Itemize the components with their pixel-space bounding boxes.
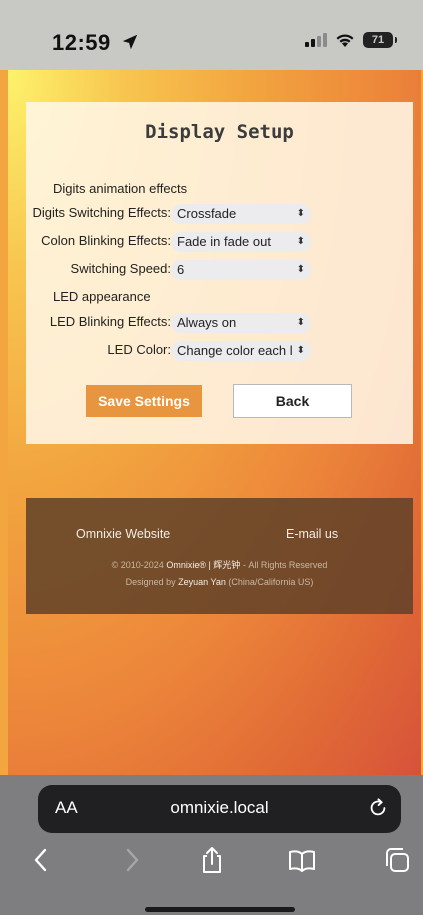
colon-blinking-value: Fade in fade out [177,234,271,249]
reload-icon[interactable] [367,797,389,819]
wifi-icon [336,33,354,47]
tabs-icon[interactable] [382,845,412,875]
page-title: Display Setup [145,121,294,143]
display-setup-card: Display Setup Digits animation effects D… [26,102,413,444]
led-blinking-value: Always on [177,315,237,330]
email-us-link[interactable]: E-mail us [286,527,338,541]
chevron-updown-icon: ⬍ [294,341,305,361]
forward-icon[interactable] [117,845,147,875]
status-time: 12:59 [52,30,139,56]
switching-speed-value: 6 [177,262,185,277]
battery-level: 71 [371,34,385,46]
status-bar: 12:59 71 [0,0,423,70]
browser-toolbar [0,845,423,885]
back-button[interactable]: Back [233,384,352,418]
brand-link[interactable]: Omnixie® | 辉光钟 [166,560,240,570]
copyright-line: © 2010-2024 Omnixie® | 辉光钟 - All Rights … [26,558,413,571]
bookmarks-icon[interactable] [287,845,317,875]
browser-chrome: AA omnixie.local [0,775,423,915]
omnixie-website-link[interactable]: Omnixie Website [76,527,170,541]
chevron-updown-icon: ⬍ [296,317,305,328]
digits-switching-value: Crossfade [177,206,237,221]
digits-switching-select[interactable]: Crossfade ⬍ [171,204,311,224]
address-bar[interactable]: AA omnixie.local [38,785,401,833]
battery-icon: 71 [363,32,397,48]
copyright-years: © 2010-2024 [111,560,164,570]
back-icon[interactable] [26,845,56,875]
chevron-updown-icon: ⬍ [296,264,305,275]
section-led-heading: LED appearance [53,289,151,304]
led-color-value: Change color each l [177,343,293,358]
section-digits-heading: Digits animation effects [53,181,188,196]
led-color-label: LED Color: [107,342,171,357]
led-blinking-select[interactable]: Always on ⬍ [171,313,311,333]
url-text[interactable]: omnixie.local [38,798,401,818]
switching-speed-select[interactable]: 6 ⬍ [171,260,311,280]
share-icon[interactable] [197,845,227,875]
colon-blinking-label: Colon Blinking Effects: [41,233,171,248]
colon-blinking-select[interactable]: Fade in fade out ⬍ [171,232,311,252]
digits-switching-label: Digits Switching Effects: [32,205,171,220]
switching-speed-label: Switching Speed: [70,261,171,276]
site-footer: Omnixie Website E-mail us © 2010-2024 Om… [26,498,413,614]
page-background: Display Setup Digits animation effects D… [8,70,421,775]
led-blinking-label: LED Blinking Effects: [49,314,171,329]
designer-location: (China/California US) [228,577,314,587]
location-arrow-icon [123,34,138,50]
rights-text: - All Rights Reserved [242,560,328,570]
clock-text: 12:59 [52,30,111,55]
designer-name[interactable]: Zeyuan Yan [178,577,226,587]
signal-icon [305,33,327,47]
chevron-updown-icon: ⬍ [296,208,305,219]
status-icons: 71 [305,32,397,48]
designed-by-text: Designed by [125,577,176,587]
led-color-select[interactable]: Change color each l ⬍ [171,341,311,361]
home-indicator[interactable] [145,907,295,912]
designer-line: Designed by Zeyuan Yan (China/California… [26,577,413,587]
chevron-updown-icon: ⬍ [296,236,305,247]
save-settings-button[interactable]: Save Settings [86,385,202,417]
